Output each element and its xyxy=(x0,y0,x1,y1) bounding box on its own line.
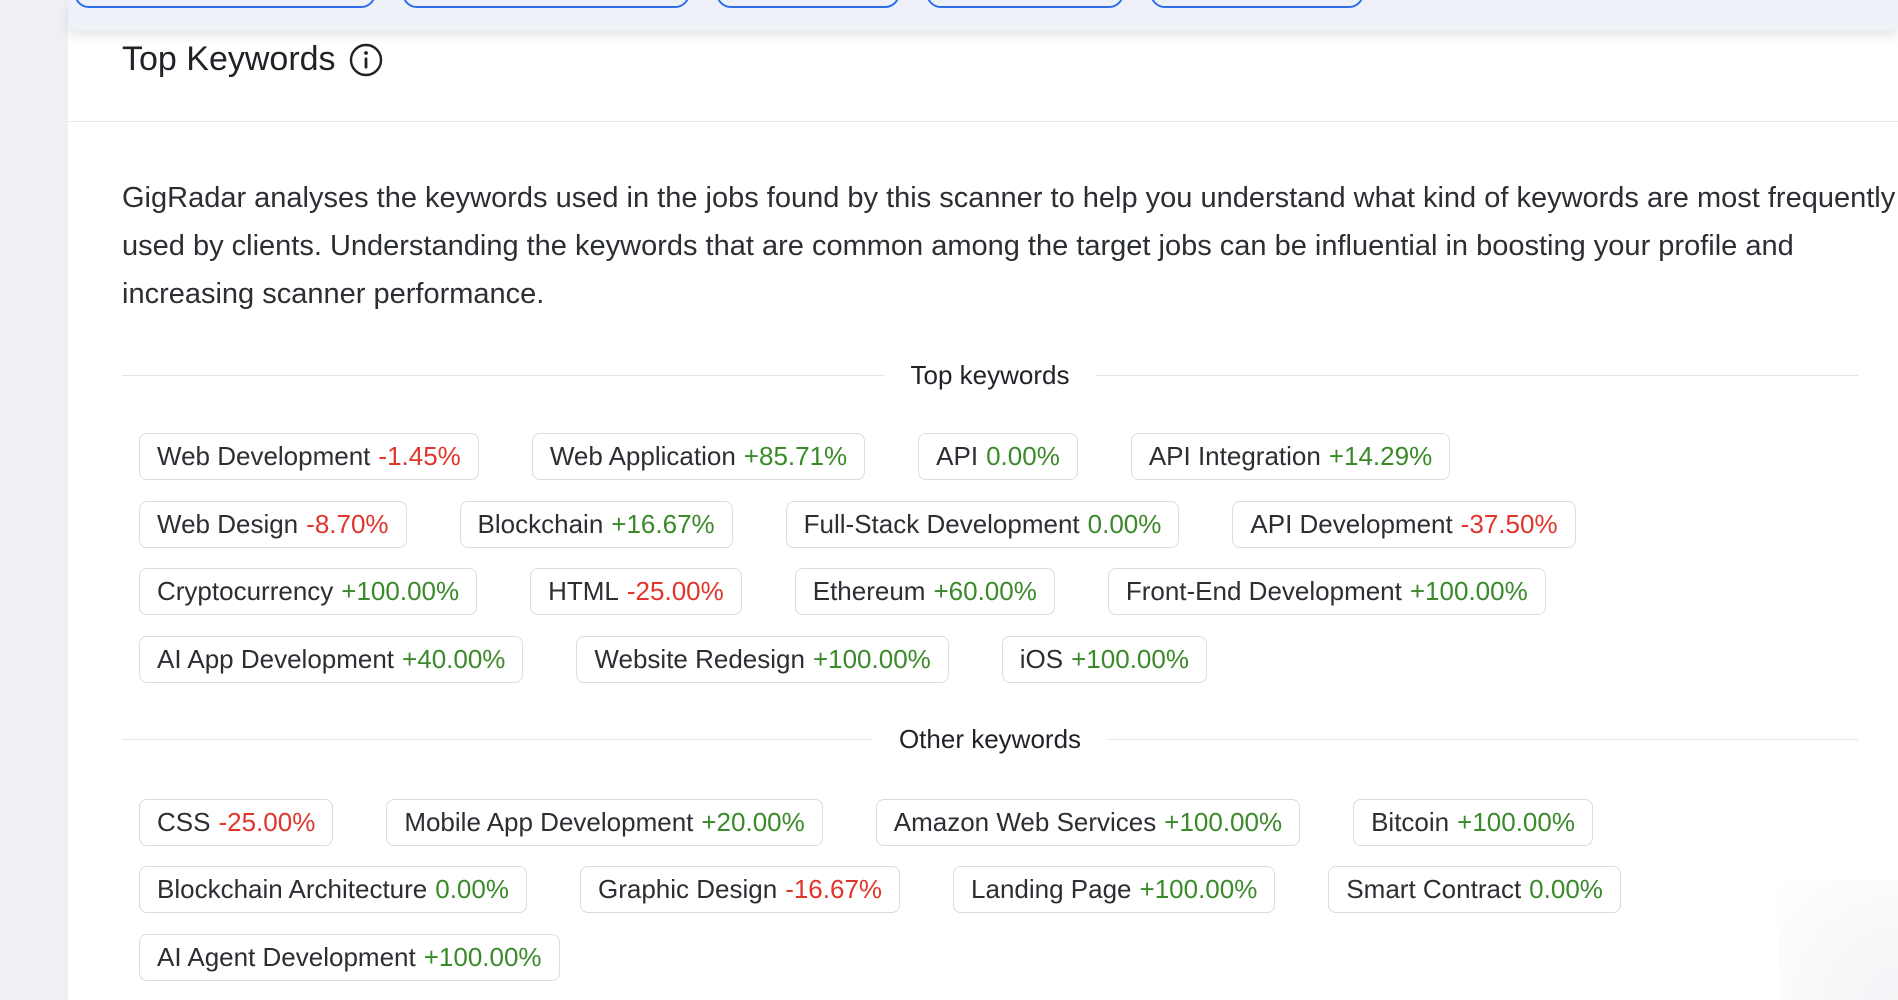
other-keywords-divider: Other keywords xyxy=(122,724,1858,755)
other-keywords-row: AI Agent Development +100.00% xyxy=(139,934,560,981)
keyword-chip[interactable]: Blockchain +16.67% xyxy=(459,501,733,548)
info-circle-icon[interactable] xyxy=(348,42,384,78)
keyword-change: 0.00% xyxy=(986,441,1060,471)
keyword-change: +100.00% xyxy=(812,644,931,674)
keyword-chip[interactable]: Bitcoin +100.00% xyxy=(1353,799,1593,846)
keyword-change: -8.70% xyxy=(306,509,389,539)
keyword-label: Mobile App Development xyxy=(404,807,694,837)
keyword-chip[interactable]: Blockchain Architecture 0.00% xyxy=(139,866,527,913)
keyword-label: iOS xyxy=(1019,644,1064,674)
keyword-chip[interactable]: Graphic Design -16.67% xyxy=(579,866,901,913)
keyword-label: Bitcoin xyxy=(1371,807,1450,837)
top-keywords-label: Top keywords xyxy=(884,360,1096,391)
keyword-change: 0.00% xyxy=(1529,874,1603,904)
keyword-change: 0.00% xyxy=(435,874,509,904)
keyword-label: Web Development xyxy=(157,441,371,471)
keyword-change: -37.50% xyxy=(1460,509,1558,539)
keyword-chip[interactable]: Mobile App Development +20.00% xyxy=(386,799,823,846)
keyword-chip[interactable]: AI App Development +40.00% xyxy=(139,636,524,683)
keyword-label: Website Redesign xyxy=(594,644,805,674)
keyword-label: Web Application xyxy=(549,441,736,471)
keyword-chip[interactable]: Amazon Web Services +100.00% xyxy=(875,799,1301,846)
keyword-label: Blockchain Architecture xyxy=(157,874,428,904)
tab-pill[interactable] xyxy=(716,0,900,8)
title-text: Top Keywords xyxy=(122,40,336,78)
top-keywords-row: AI App Development +40.00% Website Redesig… xyxy=(139,636,1207,683)
keyword-label: Front-End Development xyxy=(1125,576,1402,606)
keyword-label: API Development xyxy=(1250,509,1453,539)
top-keywords-row: Web Design -8.70% Blockchain +16.67% Full-St… xyxy=(139,501,1576,548)
tab-pill[interactable] xyxy=(926,0,1124,8)
keyword-change: +40.00% xyxy=(402,644,506,674)
keyword-change: -25.00% xyxy=(626,576,724,606)
keyword-label: Amazon Web Services xyxy=(893,807,1157,837)
tab-pill[interactable] xyxy=(1150,0,1364,8)
keyword-chip[interactable]: Website Redesign +100.00% xyxy=(576,636,949,683)
keyword-change: +100.00% xyxy=(1457,807,1575,837)
keyword-chip[interactable]: API Integration +14.29% xyxy=(1130,433,1451,480)
keyword-label: Ethereum xyxy=(812,576,926,606)
keyword-change: +100.00% xyxy=(1409,576,1528,606)
keyword-change: +20.00% xyxy=(701,807,805,837)
keyword-chip[interactable]: Cryptocurrency +100.00% xyxy=(139,568,478,615)
top-keywords-card: Top Keywords GigRadar analyses the keywo… xyxy=(68,0,1898,1000)
keyword-label: Cryptocurrency xyxy=(157,576,334,606)
keyword-change: +60.00% xyxy=(933,576,1037,606)
keyword-chip[interactable]: Front-End Development +100.00% xyxy=(1107,568,1546,615)
keyword-change: -25.00% xyxy=(218,807,316,837)
keyword-chip[interactable]: iOS +100.00% xyxy=(1001,636,1207,683)
top-keywords-row: Web Development -1.45% Web Application +85.… xyxy=(139,433,1451,480)
other-keywords-label: Other keywords xyxy=(872,724,1108,755)
keyword-label: CSS xyxy=(157,807,211,837)
keyword-chip[interactable]: AI Agent Development +100.00% xyxy=(139,934,560,981)
keyword-label: AI Agent Development xyxy=(157,942,416,972)
corner-shade xyxy=(1778,880,1898,1000)
keyword-change: +100.00% xyxy=(341,576,460,606)
keyword-label: Web Design xyxy=(157,509,299,539)
keyword-label: Blockchain xyxy=(477,509,604,539)
keyword-change: +85.71% xyxy=(743,441,848,471)
keyword-chip[interactable]: Ethereum +60.00% xyxy=(794,568,1055,615)
keyword-chip[interactable]: API 0.00% xyxy=(918,433,1078,480)
tab-pill[interactable] xyxy=(402,0,690,8)
description-text: GigRadar analyses the keywords used in t… xyxy=(122,182,1896,310)
keyword-chip[interactable]: API Development -37.50% xyxy=(1232,501,1576,548)
keyword-label: Landing Page xyxy=(971,874,1132,904)
keyword-change: -1.45% xyxy=(378,441,461,471)
keyword-chip[interactable]: CSS -25.00% xyxy=(139,799,334,846)
keyword-chip[interactable]: Web Application +85.71% xyxy=(531,433,866,480)
keyword-chip[interactable]: Landing Page +100.00% xyxy=(953,866,1276,913)
other-keywords-row: CSS -25.00% Mobile App Development +20.00% A… xyxy=(139,799,1593,846)
keyword-chip[interactable]: Web Design -8.70% xyxy=(139,501,407,548)
keyword-label: API xyxy=(936,441,979,471)
keyword-label: HTML xyxy=(548,576,619,606)
keyword-change: +100.00% xyxy=(1139,874,1258,904)
keyword-label: AI App Development xyxy=(157,644,395,674)
keyword-chip[interactable]: Full-Stack Development 0.00% xyxy=(785,501,1180,548)
keyword-change: +100.00% xyxy=(423,942,542,972)
other-keywords-row: Blockchain Architecture 0.00% Graphic Desi… xyxy=(139,866,1621,913)
top-keywords-divider: Top keywords xyxy=(122,360,1858,391)
keyword-chip[interactable]: Web Development -1.45% xyxy=(139,433,479,480)
keyword-change: 0.00% xyxy=(1087,509,1162,539)
keyword-change: +14.29% xyxy=(1328,441,1433,471)
tab-pill[interactable] xyxy=(74,0,376,8)
keyword-change: -16.67% xyxy=(785,874,883,904)
keyword-label: API Integration xyxy=(1148,441,1321,471)
keyword-chip[interactable]: HTML -25.00% xyxy=(530,568,742,615)
keyword-change: +100.00% xyxy=(1071,644,1189,674)
page-title: Top Keywords xyxy=(122,40,384,79)
keyword-label: Full-Stack Development xyxy=(803,509,1080,539)
keyword-label: Graphic Design xyxy=(597,874,778,904)
top-tab-strip xyxy=(68,0,1898,30)
keyword-label: Smart Contract xyxy=(1346,874,1522,904)
keyword-chip[interactable]: Smart Contract 0.00% xyxy=(1328,866,1621,913)
keyword-change: +16.67% xyxy=(611,509,715,539)
keyword-change: +100.00% xyxy=(1164,807,1283,837)
top-keywords-row: Cryptocurrency +100.00% HTML -25.00% Ethereu… xyxy=(139,568,1546,615)
